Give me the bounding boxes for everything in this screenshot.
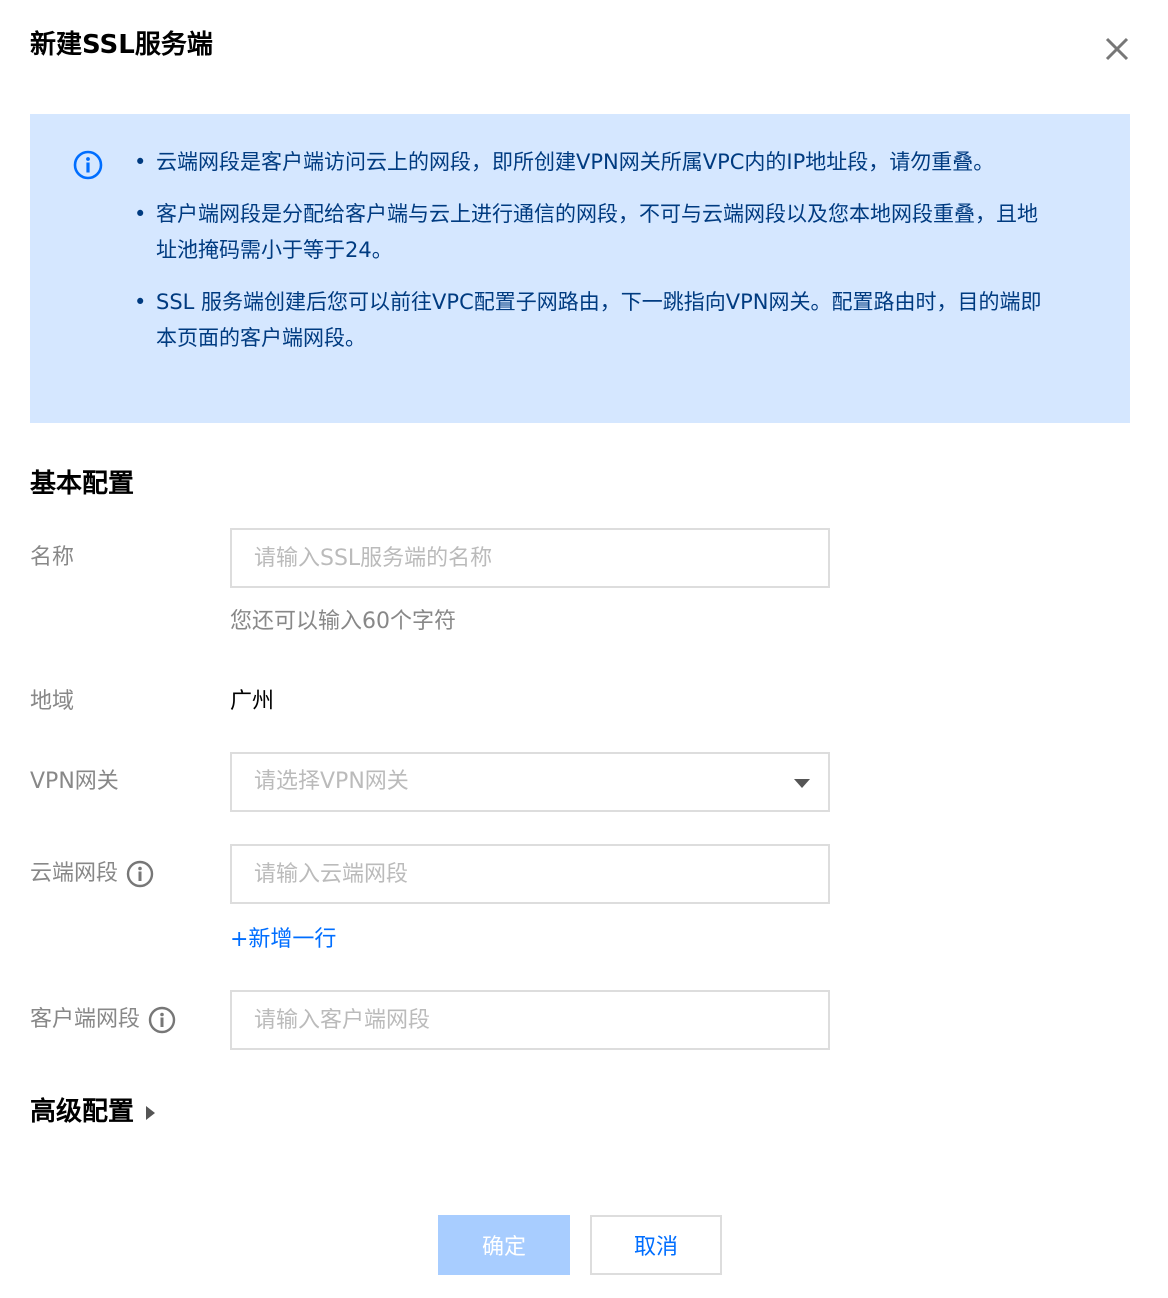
client-cidr-label-text: 客户端网段	[30, 1007, 141, 1032]
notice-list: • 云端网段是客户端访问云上的网段，即所创建VPN网关所属VPC内的IP地址段，请…	[134, 144, 1054, 372]
add-row-link[interactable]: +新增一行	[230, 925, 336, 955]
name-label: 名称	[30, 545, 75, 570]
info-icon	[73, 150, 103, 180]
info-icon[interactable]	[148, 1006, 176, 1034]
advanced-config-toggle[interactable]: 高级配置	[30, 1094, 156, 1130]
cloud-cidr-input[interactable]	[230, 844, 830, 904]
notice-item: • SSL 服务端创建后您可以前往VPC配置子网路由，下一跳指向VPN网关。配置路…	[134, 290, 1042, 350]
confirm-button[interactable]: 确定	[438, 1215, 570, 1275]
vpn-gateway-select[interactable]: 请选择VPN网关	[230, 752, 830, 812]
cloud-cidr-label: 云端网段	[30, 859, 154, 889]
region-label: 地域	[30, 689, 75, 714]
name-char-hint: 您还可以输入60个字符	[230, 609, 456, 634]
basic-config-title: 基本配置	[30, 469, 135, 499]
dialog-title: 新建SSL服务端	[30, 30, 213, 60]
close-button[interactable]	[1100, 32, 1134, 66]
vpn-gateway-placeholder: 请选择VPN网关	[254, 769, 409, 794]
region-value: 广州	[230, 689, 275, 714]
client-cidr-input[interactable]	[230, 990, 830, 1050]
info-icon[interactable]	[126, 860, 154, 888]
close-icon	[1105, 37, 1129, 61]
advanced-config-title: 高级配置	[30, 1097, 135, 1127]
client-cidr-label: 客户端网段	[30, 1005, 176, 1035]
name-input[interactable]	[230, 528, 830, 588]
vpn-gateway-label: VPN网关	[30, 769, 119, 794]
info-notice: • 云端网段是客户端访问云上的网段，即所创建VPN网关所属VPC内的IP地址段，请…	[30, 114, 1130, 423]
notice-item: • 云端网段是客户端访问云上的网段，即所创建VPN网关所属VPC内的IP地址段，请…	[134, 150, 995, 174]
chevron-down-icon	[794, 779, 810, 788]
chevron-right-icon	[146, 1105, 156, 1120]
cloud-cidr-label-text: 云端网段	[30, 861, 119, 886]
cancel-button[interactable]: 取消	[590, 1215, 722, 1275]
notice-item: • 客户端网段是分配给客户端与云上进行通信的网段，不可与云端网段以及您本地网段重叠…	[134, 202, 1038, 262]
